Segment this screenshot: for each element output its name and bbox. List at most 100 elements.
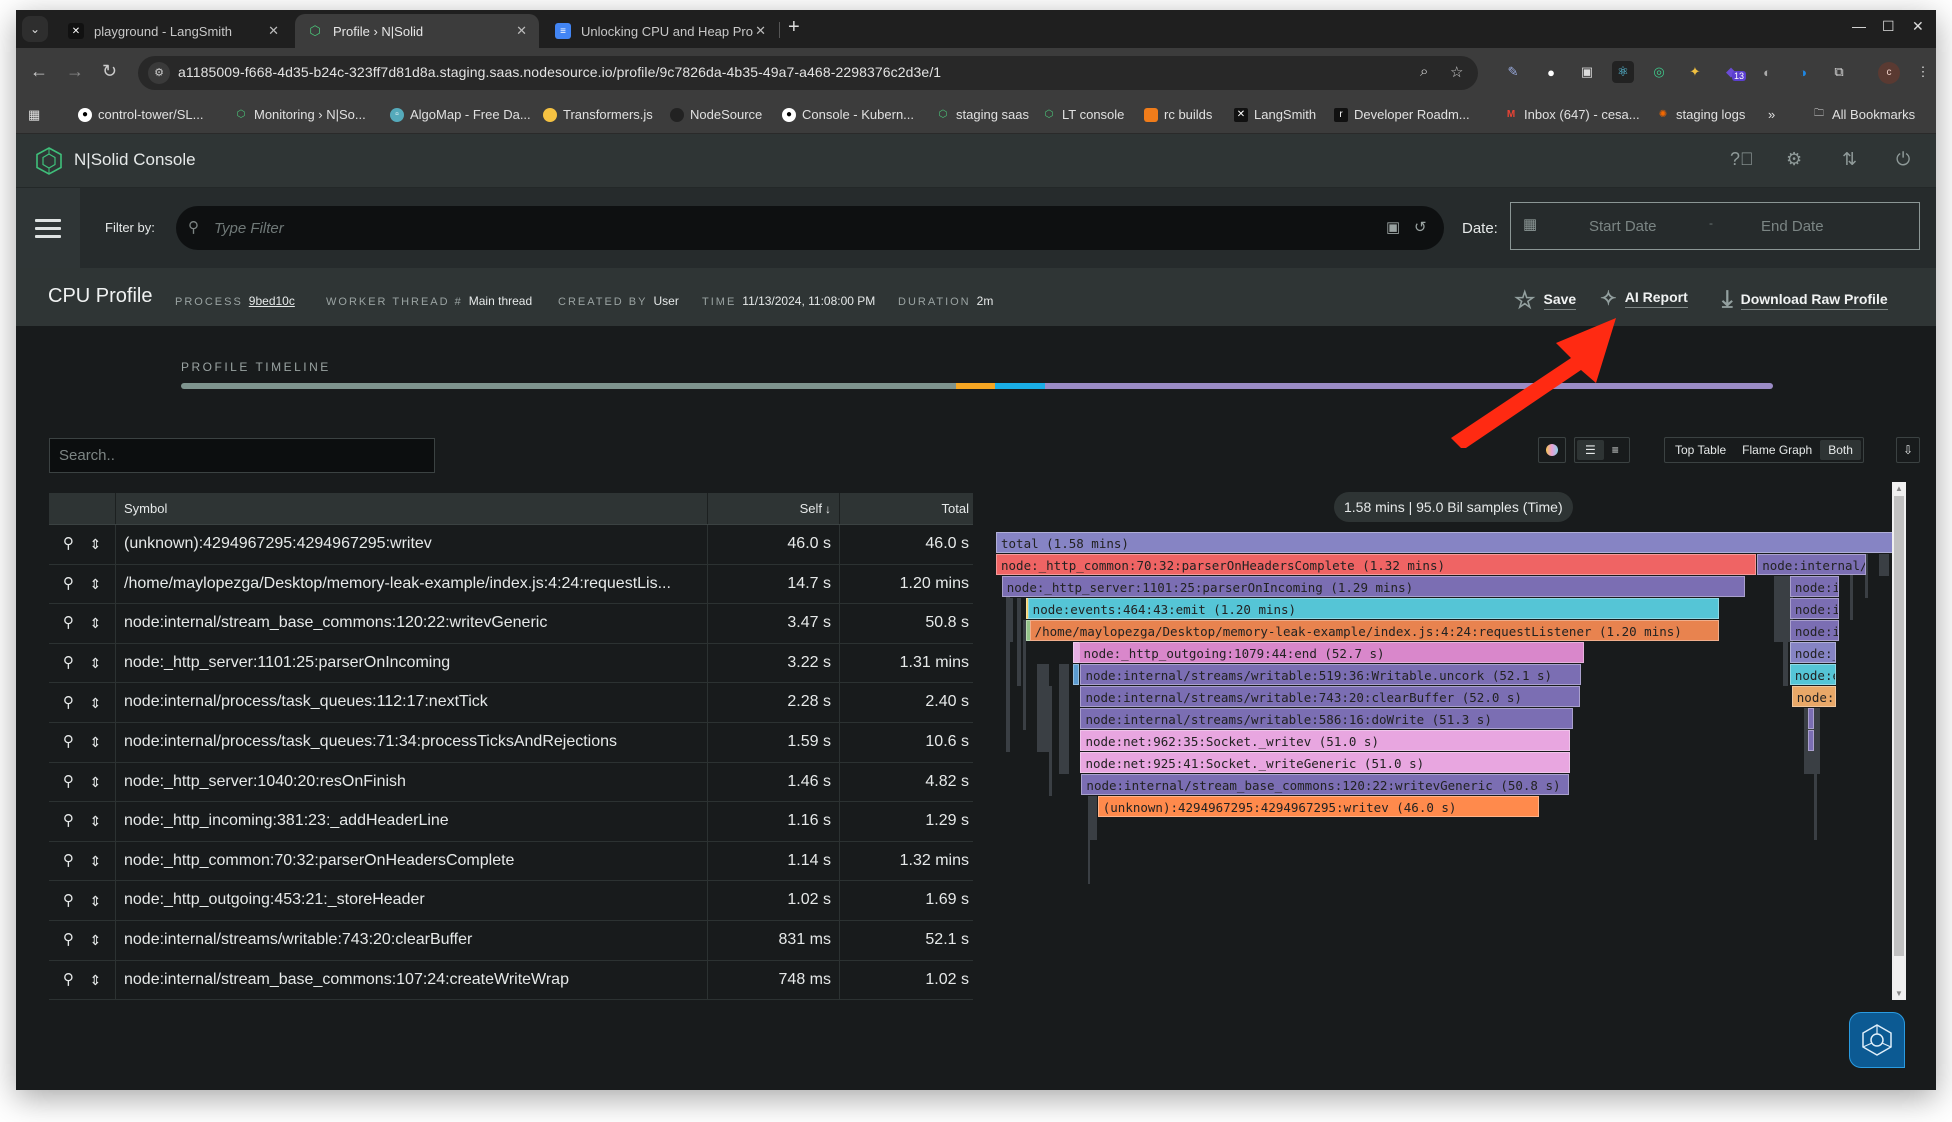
bookmark-item[interactable]: ✺ staging logs: [1656, 107, 1746, 122]
flame-frame[interactable]: node:...: [1791, 686, 1836, 707]
table-row[interactable]: ⚲ ⇕ node:internal/process/task_queues:112:…: [49, 683, 973, 723]
bookmark-item[interactable]: ✕ LangSmith: [1234, 107, 1316, 122]
expand-collapse-icon[interactable]: ⇕: [89, 525, 101, 563]
tab-profile-nsolid[interactable]: ⬡ Profile › N|Solid ✕: [295, 14, 539, 48]
bookmark-star-icon[interactable]: ☆: [1450, 63, 1463, 81]
react-devtools-icon[interactable]: ⚛: [1612, 61, 1634, 83]
focus-search-icon[interactable]: ⚲: [63, 763, 74, 801]
view-both-button[interactable]: Both: [1820, 440, 1861, 460]
extension-icon[interactable]: ●: [1540, 61, 1562, 83]
bookmark-item[interactable]: Transformers.js: [543, 107, 653, 122]
color-mode-toggle[interactable]: [1538, 437, 1566, 463]
flame-frame-small[interactable]: [1065, 686, 1068, 774]
export-button[interactable]: ⇩: [1896, 437, 1920, 463]
tab-langsmith[interactable]: ✕ playground - LangSmith ✕: [56, 14, 291, 48]
flame-frame[interactable]: node:internal...: [1789, 598, 1839, 619]
expand-collapse-icon[interactable]: ⇕: [89, 961, 101, 999]
start-date-input[interactable]: Start Date: [1589, 218, 1657, 235]
history-icon[interactable]: ↺: [1414, 218, 1427, 236]
table-row[interactable]: ⚲ ⇕ node:_http_server:1040:20:resOnFinish 1…: [49, 762, 973, 803]
flame-frame-small[interactable]: [1037, 664, 1049, 752]
tab-search-button[interactable]: ⌄: [22, 16, 48, 42]
profile-avatar[interactable]: c: [1878, 62, 1900, 84]
save-button[interactable]: ☆ Save: [1514, 286, 1577, 315]
expand-collapse-icon[interactable]: ⇕: [89, 565, 101, 603]
table-row[interactable]: ⚲ ⇕ node:internal/streams/writable:743:20:…: [49, 920, 973, 961]
support-chat-button[interactable]: [1849, 1012, 1905, 1068]
expand-collapse-icon[interactable]: ⇕: [89, 802, 101, 840]
close-tab-icon[interactable]: ✕: [268, 23, 279, 39]
scroll-down-icon[interactable]: ▼: [1895, 989, 1903, 998]
extensions-puzzle-icon[interactable]: ⧉: [1828, 61, 1850, 83]
flame-frame-small[interactable]: [1808, 708, 1815, 729]
new-tab-button[interactable]: +: [788, 16, 800, 39]
focus-search-icon[interactable]: ⚲: [63, 604, 74, 642]
align-right-button[interactable]: ≡: [1604, 440, 1627, 460]
flame-frame[interactable]: node:net:925:41:Socket._writeGeneric (51…: [1080, 752, 1571, 773]
bookmark-item[interactable]: ▫ AlgoMap - Free Da...: [390, 107, 531, 122]
search-input[interactable]: [50, 439, 434, 472]
target-extension-icon[interactable]: ◎: [1648, 61, 1670, 83]
scroll-up-icon[interactable]: ▲: [1895, 484, 1903, 493]
focus-search-icon[interactable]: ⚲: [63, 565, 74, 603]
expand-collapse-icon[interactable]: ⇕: [89, 921, 101, 959]
help-icon[interactable]: ?⃝: [1730, 149, 1754, 170]
flame-frame[interactable]: node:_...: [1789, 642, 1836, 663]
tab-docs[interactable]: ≡ Unlocking CPU and Heap Pro ✕: [543, 14, 778, 48]
expand-collapse-icon[interactable]: ⇕: [89, 723, 101, 761]
forward-button[interactable]: →: [66, 61, 84, 82]
all-bookmarks-button[interactable]: 🗀 All Bookmarks: [1812, 107, 1915, 122]
download-raw-profile-button[interactable]: ⤓ Download Raw Profile: [1722, 286, 1888, 314]
table-row[interactable]: ⚲ ⇕ node:internal/stream_base_commons:107:…: [49, 960, 973, 1001]
focus-search-icon[interactable]: ⚲: [63, 882, 74, 920]
flame-frame[interactable]: node:e...: [1789, 664, 1836, 685]
flame-frame[interactable]: node:internal/streams/writable:586:16:do…: [1080, 708, 1573, 729]
table-row[interactable]: ⚲ ⇕ node:internal/process/task_queues:71:3…: [49, 722, 973, 763]
bookmark-item[interactable]: ⬡ LT console: [1042, 107, 1125, 122]
focus-search-icon[interactable]: ⚲: [63, 921, 74, 959]
minimize-button[interactable]: —: [1852, 18, 1866, 34]
url-text[interactable]: a1185009-f668-4d35-b24c-323ff7d81d8a.sta…: [178, 64, 941, 80]
flame-frame-small[interactable]: [1017, 598, 1021, 686]
bookmark-item[interactable]: ● control-tower/SL...: [78, 107, 204, 122]
flame-frame[interactable]: node:internal/streams/writable:519:36:Wr…: [1080, 664, 1581, 685]
expand-collapse-icon[interactable]: ⇕: [89, 644, 101, 682]
flame-frame[interactable]: /home/maylopezga/Desktop/memory-leak-exa…: [1029, 620, 1719, 641]
expand-collapse-icon[interactable]: ⇕: [89, 842, 101, 880]
flame-frame[interactable]: node:internal/streams/...: [1757, 554, 1866, 575]
focus-search-icon[interactable]: ⚲: [63, 802, 74, 840]
end-date-input[interactable]: End Date: [1761, 218, 1824, 235]
close-tab-icon[interactable]: ✕: [516, 23, 527, 39]
badge-extension-icon[interactable]: ◆ 13: [1720, 61, 1747, 83]
bookmark-item[interactable]: ● Console - Kubern...: [782, 107, 914, 122]
ai-report-button[interactable]: ✧ AI Report: [1600, 286, 1688, 311]
extension-icon[interactable]: ◑: [1792, 61, 1814, 83]
table-row[interactable]: ⚲ ⇕ node:_http_incoming:381:23:_addHeaderL…: [49, 802, 973, 842]
table-row[interactable]: ⚲ ⇕ (unknown):4294967295:4294967295:writev…: [49, 525, 973, 565]
expand-collapse-icon[interactable]: ⇕: [89, 604, 101, 642]
process-link[interactable]: 9bed10c: [249, 294, 295, 308]
symbol-column-header[interactable]: Symbol: [116, 493, 708, 524]
bookmark-item[interactable]: r Developer Roadm...: [1334, 107, 1470, 122]
focus-search-icon[interactable]: ⚲: [63, 842, 74, 880]
table-row[interactable]: ⚲ ⇕/home/maylopezga/Desktop/memory-leak-e…: [49, 564, 973, 605]
scrollbar-thumb[interactable]: [1894, 496, 1904, 956]
flame-frame-small[interactable]: [1088, 818, 1091, 884]
logout-icon[interactable]: ⏻: [1896, 149, 1910, 170]
flame-frame[interactable]: node:_http_outgoing:1079:44:end (52.7 s): [1078, 642, 1585, 663]
focus-search-icon[interactable]: ⚲: [63, 525, 74, 563]
zoom-icon[interactable]: ⌕: [1420, 63, 1428, 80]
bookmark-item[interactable]: ⬡ staging saas: [936, 107, 1029, 122]
flame-frame-small[interactable]: [1813, 708, 1817, 840]
close-window-button[interactable]: ✕: [1912, 18, 1924, 35]
flame-frame[interactable]: node:_http_common:70:32:parserOnHeadersC…: [996, 554, 1757, 575]
flame-frame[interactable]: node:events:464:43:emit (1.20 mins): [1027, 598, 1719, 619]
more-bookmarks-button[interactable]: »: [1768, 107, 1775, 122]
bookmark-item[interactable]: rc builds: [1144, 107, 1212, 122]
flame-frame[interactable]: node:internal/streams/writable:743:20:cl…: [1080, 686, 1580, 707]
filter-input[interactable]: [214, 216, 1314, 240]
flame-frame[interactable]: (unknown):4294967295:4294967295:writev (…: [1097, 796, 1540, 817]
focus-search-icon[interactable]: ⚲: [63, 684, 74, 722]
bookmark-item[interactable]: ⬡ Monitoring › N|So...: [234, 107, 366, 122]
apps-icon[interactable]: ▦: [28, 107, 40, 123]
